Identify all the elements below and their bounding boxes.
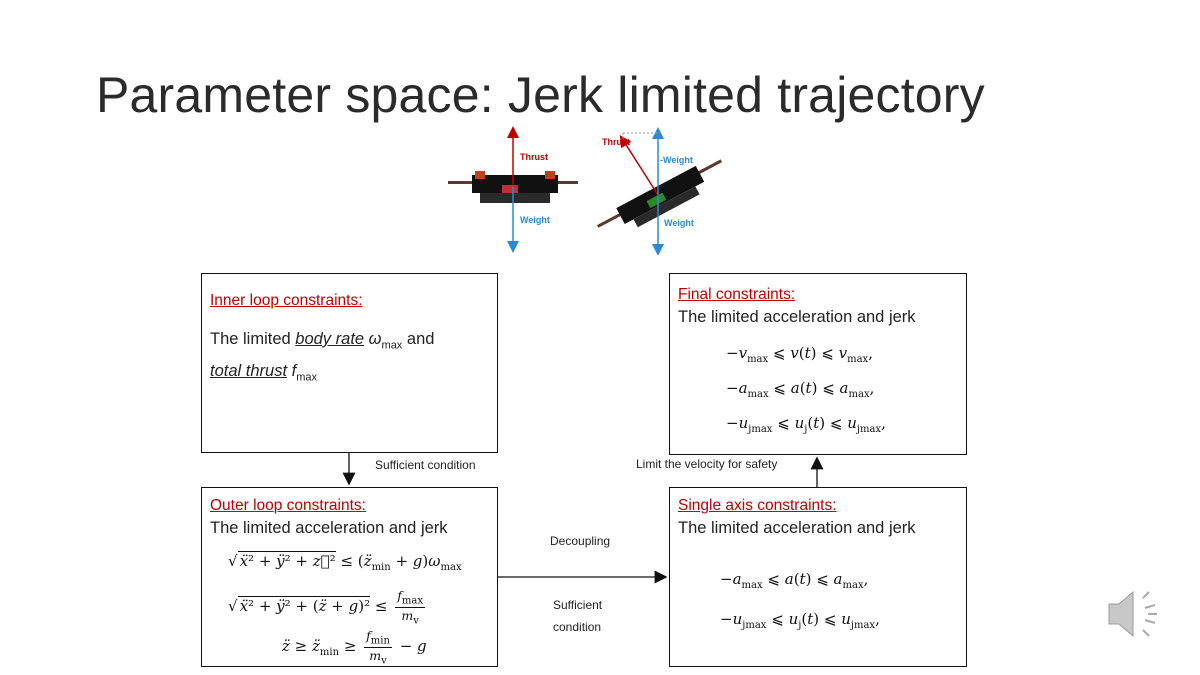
limit-velocity-label: Limit the velocity for safety [636,457,778,471]
speaker-icon[interactable] [1105,584,1169,644]
decoupling-label: Decoupling [550,534,611,548]
sufficient-line1-label: Sufficient [553,598,603,612]
connector-arrows [342,453,824,584]
sufficient-line2-label: condition [553,620,602,634]
sufficient-condition-label: Sufficient condition [375,458,476,472]
